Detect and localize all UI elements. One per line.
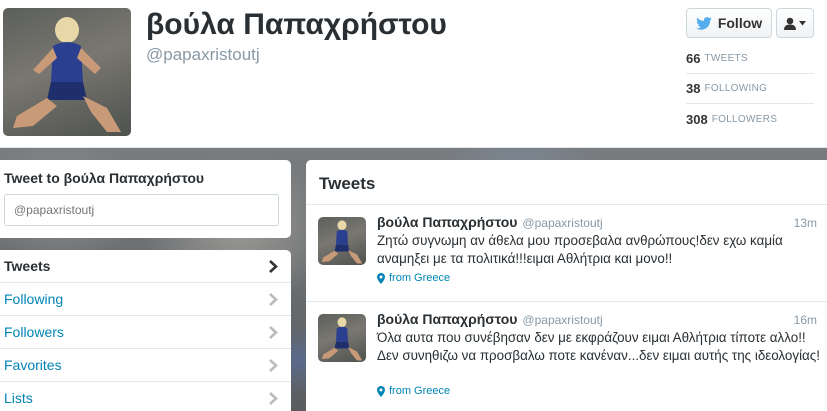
nav-item-followers[interactable]: Followers <box>0 316 291 349</box>
user-actions-dropdown[interactable] <box>776 8 814 38</box>
tweet-item[interactable]: βούλα Παπαχρήστου @papaxristoutj 13m Ζητ… <box>306 205 827 302</box>
tweet-to-input[interactable] <box>4 194 279 226</box>
stat-label: FOLLOWERS <box>711 113 778 125</box>
twitter-bird-icon <box>696 16 712 30</box>
stat-count: 38 <box>686 81 701 96</box>
tweet-avatar[interactable] <box>318 314 366 362</box>
tweet-to-title: Tweet to βούλα Παπαχρήστου <box>4 170 205 186</box>
chevron-right-icon <box>269 292 278 306</box>
stat-count: 66 <box>686 51 701 66</box>
chevron-right-icon <box>269 325 278 339</box>
nav-item-label: Following <box>4 291 64 307</box>
tweet-geo-label: from Greece <box>389 272 451 284</box>
nav-item-lists[interactable]: Lists <box>0 382 291 411</box>
user-icon <box>784 17 796 30</box>
tweet-author-name[interactable]: βούλα Παπαχρήστου <box>377 214 517 230</box>
tweets-timeline: Tweets βούλα Παπαχρήστου @papaxristoutj … <box>306 160 827 411</box>
nav-item-label: Lists <box>4 390 33 406</box>
profile-stats: 66 TWEETS 38 FOLLOWING 308 FOLLOWERS <box>686 44 814 134</box>
nav-item-label: Favorites <box>4 357 62 373</box>
tweet-header: βούλα Παπαχρήστου @papaxristoutj 16m <box>377 311 817 327</box>
nav-item-label: Tweets <box>4 258 51 274</box>
tweet-timestamp[interactable]: 13m <box>794 216 817 230</box>
tweet-text: Όλα αυτα που συνέβησαν δεν με εκφράζουν … <box>377 330 820 363</box>
tweet-avatar[interactable] <box>318 217 366 265</box>
follow-button[interactable]: Follow <box>686 8 772 38</box>
profile-nav: Tweets Following Followers Favorites Lis… <box>0 250 291 411</box>
stat-label: TWEETS <box>704 53 748 64</box>
timeline-title: Tweets <box>306 160 827 205</box>
profile-header-card: βούλα Παπαχρήστου @papaxristoutj Follow … <box>0 0 827 148</box>
nav-item-following[interactable]: Following <box>0 283 291 316</box>
tweet-author-handle[interactable]: @papaxristoutj <box>522 313 602 327</box>
chevron-right-icon <box>269 259 278 273</box>
stat-count: 308 <box>686 111 708 127</box>
nav-item-label: Followers <box>4 324 64 340</box>
caret-down-icon <box>799 20 806 25</box>
stat-label: FOLLOWING <box>704 83 768 94</box>
location-pin-icon <box>377 385 385 397</box>
profile-avatar[interactable] <box>3 8 131 136</box>
stat-followers[interactable]: 308 FOLLOWERS <box>686 104 814 134</box>
tweet-timestamp[interactable]: 16m <box>794 313 817 327</box>
tweet-geo-label: from Greece <box>389 385 451 397</box>
stat-tweets[interactable]: 66 TWEETS <box>686 44 814 74</box>
nav-item-tweets[interactable]: Tweets <box>0 250 291 283</box>
chevron-right-icon <box>269 358 278 372</box>
tweet-text: Ζητώ συγνωμη αν άθελα μου προσεβαλα ανθρ… <box>377 233 783 266</box>
tweet-author-name[interactable]: βούλα Παπαχρήστου <box>377 311 517 327</box>
nav-item-favorites[interactable]: Favorites <box>0 349 291 382</box>
profile-name: βούλα Παπαχρήστου <box>146 8 447 41</box>
location-pin-icon <box>377 272 385 284</box>
chevron-right-icon <box>269 391 278 405</box>
profile-handle: @papaxristoutj <box>146 45 260 64</box>
tweet-author-handle[interactable]: @papaxristoutj <box>522 216 602 230</box>
tweet-geo-link[interactable]: from Greece <box>377 272 450 284</box>
follow-button-label: Follow <box>717 15 763 31</box>
tweet-geo-link[interactable]: from Greece <box>377 385 450 397</box>
tweet-item[interactable]: βούλα Παπαχρήστου @papaxristoutj 16m Όλα… <box>306 302 827 411</box>
stat-following[interactable]: 38 FOLLOWING <box>686 74 814 104</box>
tweet-header: βούλα Παπαχρήστου @papaxristoutj 13m <box>377 214 817 230</box>
